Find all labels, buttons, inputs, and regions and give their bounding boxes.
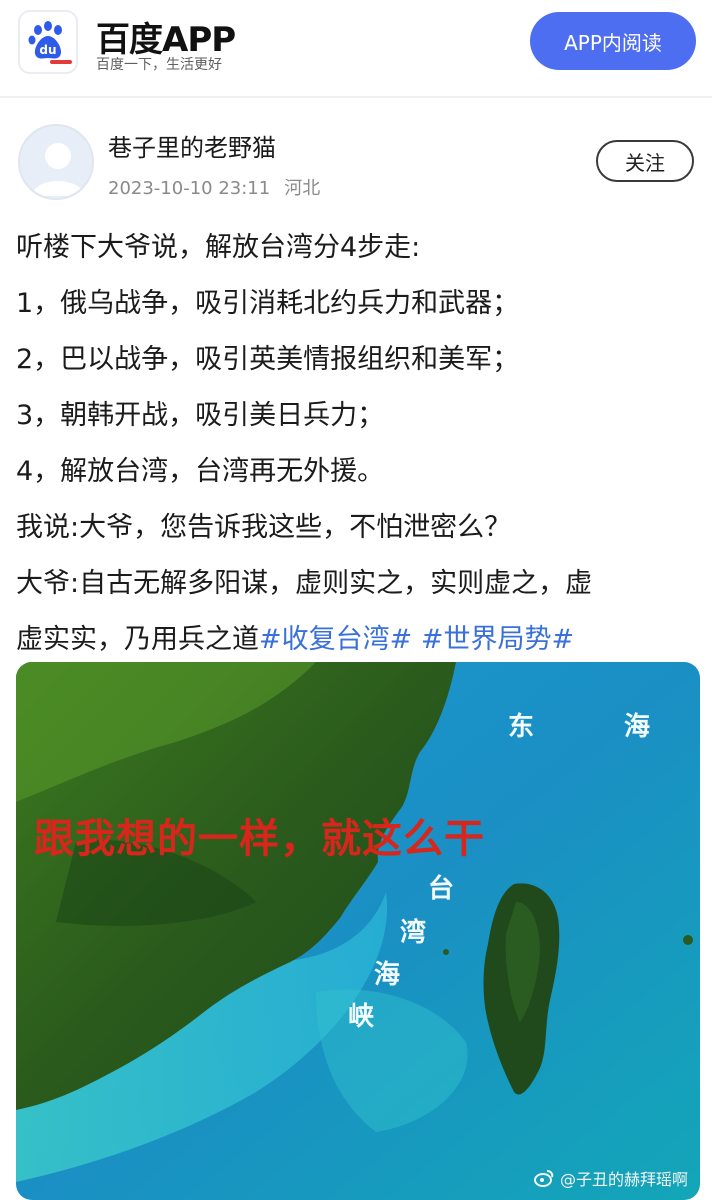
app-header: du 百度APP 百度一下，生活更好 APP内阅读: [0, 0, 712, 96]
avatar[interactable]: [18, 124, 94, 200]
baidu-logo: du: [18, 10, 78, 74]
header-divider: [0, 96, 712, 98]
author-name[interactable]: 巷子里的老野猫: [108, 128, 276, 163]
map-label: 湾: [400, 918, 427, 948]
post-line-last: 虚实实，乃用兵之道#收复台湾# #世界局势#: [16, 612, 706, 668]
post-location: 河北: [284, 178, 321, 199]
post-line: 4，解放台湾，台湾再无外援。: [16, 456, 385, 487]
post-line: 1，俄乌战争，吸引消耗北约兵力和武器；: [16, 288, 520, 319]
post-line: 听楼下大爷说，解放台湾分4步走:: [16, 232, 421, 263]
logo-accent-bar: [50, 60, 72, 64]
image-watermark: @子丑的赫拜瑶啊: [533, 1166, 688, 1190]
post-image[interactable]: 东 海 跟我想的一样，就这么干 台 湾 海 峡 @子丑的赫拜瑶啊: [16, 662, 700, 1200]
baidu-paw-icon: du: [28, 21, 62, 59]
default-user-icon: [32, 143, 84, 196]
post-datetime: 2023-10-10 23:11: [108, 178, 271, 199]
weibo-icon: [533, 1170, 554, 1187]
follow-button[interactable]: 关注: [596, 140, 694, 182]
post-meta: 2023-10-10 23:11 河北: [108, 174, 320, 200]
hashtag-link[interactable]: #收复台湾#: [259, 624, 412, 655]
post-line: 大爷:自古无解多阳谋，虚则实之，实则虚之，虚: [16, 568, 593, 599]
watermark-text: @子丑的赫拜瑶啊: [559, 1170, 688, 1189]
map-label: 海: [624, 712, 651, 742]
map-label: 东: [508, 712, 535, 742]
post-line: 3，朝韩开战，吸引美日兵力；: [16, 400, 385, 431]
post-line: 我说:大爷，您告诉我这些，不怕泄密么？: [16, 512, 512, 543]
logo-du-text: du: [39, 43, 56, 57]
post-line-text: 虚实实，乃用兵之道: [16, 624, 259, 655]
map-label: 海: [374, 960, 401, 990]
post-body: 听楼下大爷说，解放台湾分4步走: 1，俄乌战争，吸引消耗北约兵力和武器； 2，巴…: [16, 220, 706, 668]
post-line: 2，巴以战争，吸引英美情报组织和美军；: [16, 344, 520, 375]
image-overlay-caption: 跟我想的一样，就这么干: [34, 816, 485, 862]
open-in-app-button[interactable]: APP内阅读: [530, 12, 696, 70]
hashtag-link[interactable]: #世界局势#: [421, 624, 574, 655]
satellite-map-graphic: [16, 662, 700, 1200]
brand-slogan: 百度一下，生活更好: [96, 57, 222, 73]
map-label: 峡: [348, 1002, 375, 1032]
map-label: 台: [428, 874, 455, 904]
